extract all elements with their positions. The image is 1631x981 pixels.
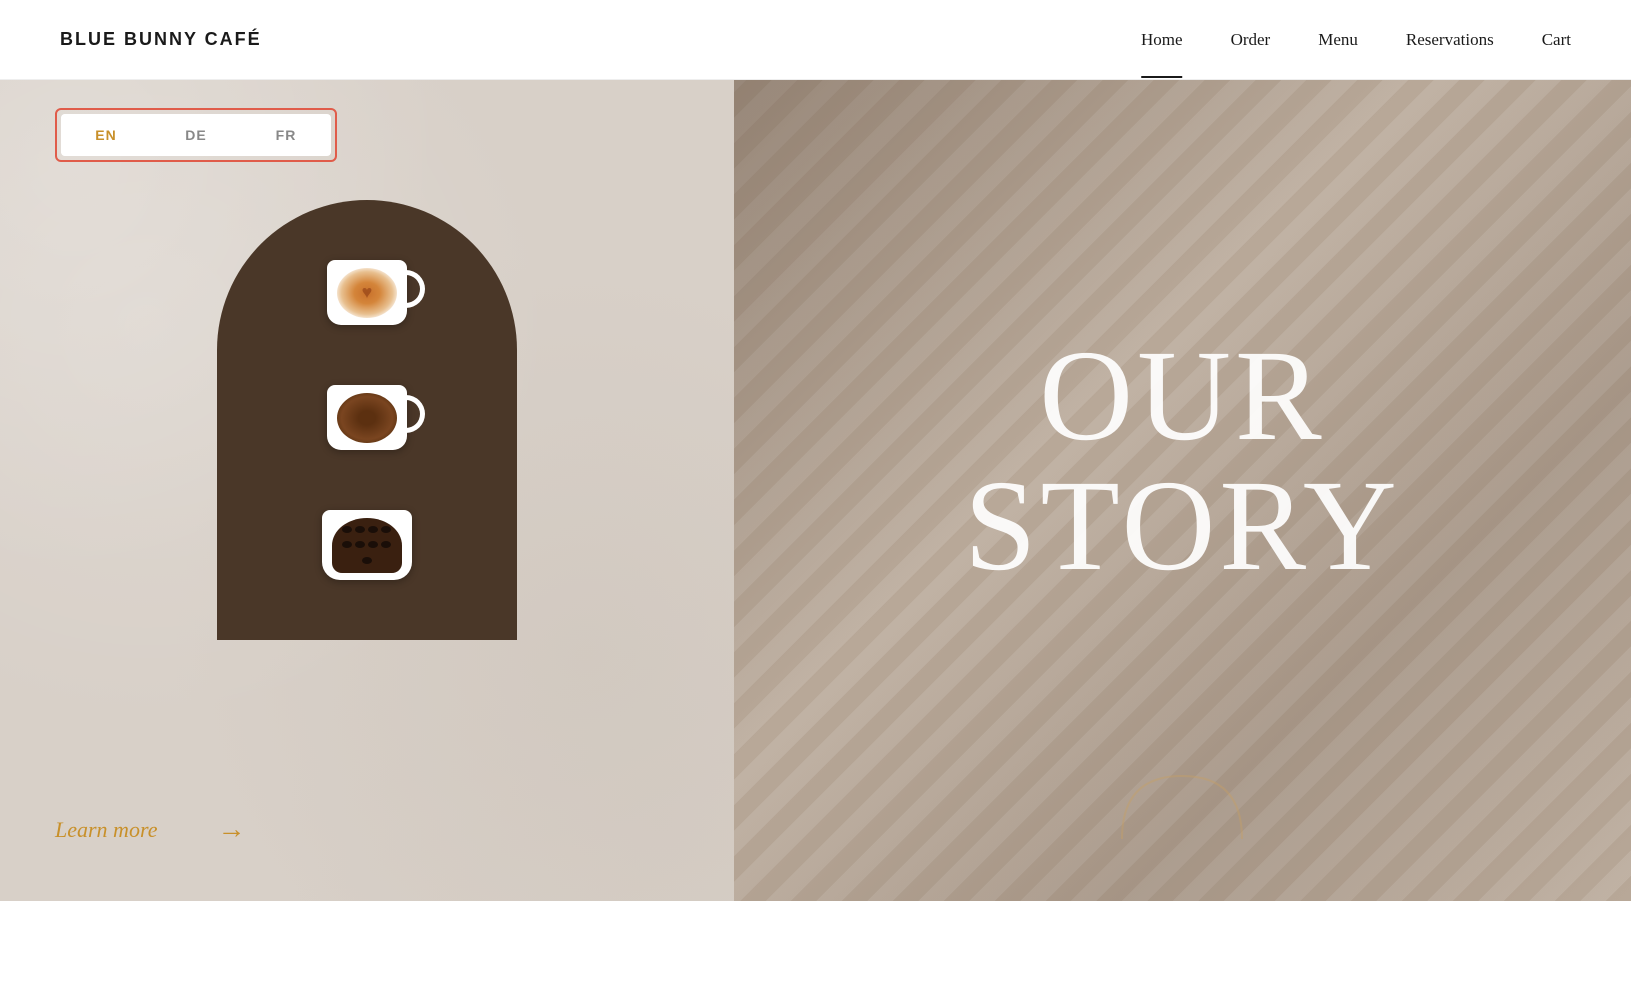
bean	[381, 526, 391, 533]
bean	[342, 526, 352, 533]
arch-deco-svg	[1117, 771, 1247, 841]
bean	[368, 541, 378, 548]
bean	[342, 541, 352, 548]
coffee-arch-container	[202, 190, 532, 650]
latte-foam	[337, 268, 397, 318]
bean	[381, 541, 391, 548]
arch-decoration	[1117, 771, 1247, 846]
bean	[355, 541, 365, 548]
bean	[368, 526, 378, 533]
bean	[355, 526, 365, 533]
nav-item-home[interactable]: Home	[1141, 30, 1183, 50]
left-panel: EN DE FR	[0, 80, 734, 901]
espresso-cup-group	[327, 385, 407, 450]
header: BLUE BUNNY CAFÉ Home Order Menu Reservat…	[0, 0, 1631, 80]
bean	[362, 557, 372, 564]
latte-cup	[327, 260, 407, 325]
learn-more-row: Learn more →	[55, 814, 245, 846]
arch-shape	[217, 200, 517, 640]
beans-cup	[322, 510, 412, 580]
beans-cup-group	[322, 510, 412, 580]
site-logo: BLUE BUNNY CAFÉ	[60, 29, 262, 50]
main-content: EN DE FR	[0, 80, 1631, 901]
lang-btn-de[interactable]: DE	[151, 114, 241, 156]
language-switcher-wrapper: EN DE FR	[55, 108, 337, 162]
main-nav: Home Order Menu Reservations Cart	[1141, 30, 1571, 50]
right-panel: OUR STORY	[734, 80, 1631, 901]
nav-item-reservations[interactable]: Reservations	[1406, 30, 1494, 50]
arrow-icon[interactable]: →	[217, 814, 245, 846]
lang-btn-fr[interactable]: FR	[241, 114, 331, 156]
hero-text: OUR STORY	[964, 331, 1401, 591]
espresso-cup	[327, 385, 407, 450]
nav-item-cart[interactable]: Cart	[1542, 30, 1571, 50]
language-switcher: EN DE FR	[61, 114, 331, 156]
espresso-liquid	[337, 393, 397, 443]
learn-more-text[interactable]: Learn more	[55, 817, 157, 843]
hero-story: STORY	[964, 461, 1401, 591]
latte-cup-group	[327, 260, 407, 325]
hero-our: OUR	[964, 331, 1401, 461]
beans-fill	[332, 518, 402, 573]
lang-btn-en[interactable]: EN	[61, 114, 151, 156]
nav-item-order[interactable]: Order	[1231, 30, 1271, 50]
nav-item-menu[interactable]: Menu	[1318, 30, 1358, 50]
